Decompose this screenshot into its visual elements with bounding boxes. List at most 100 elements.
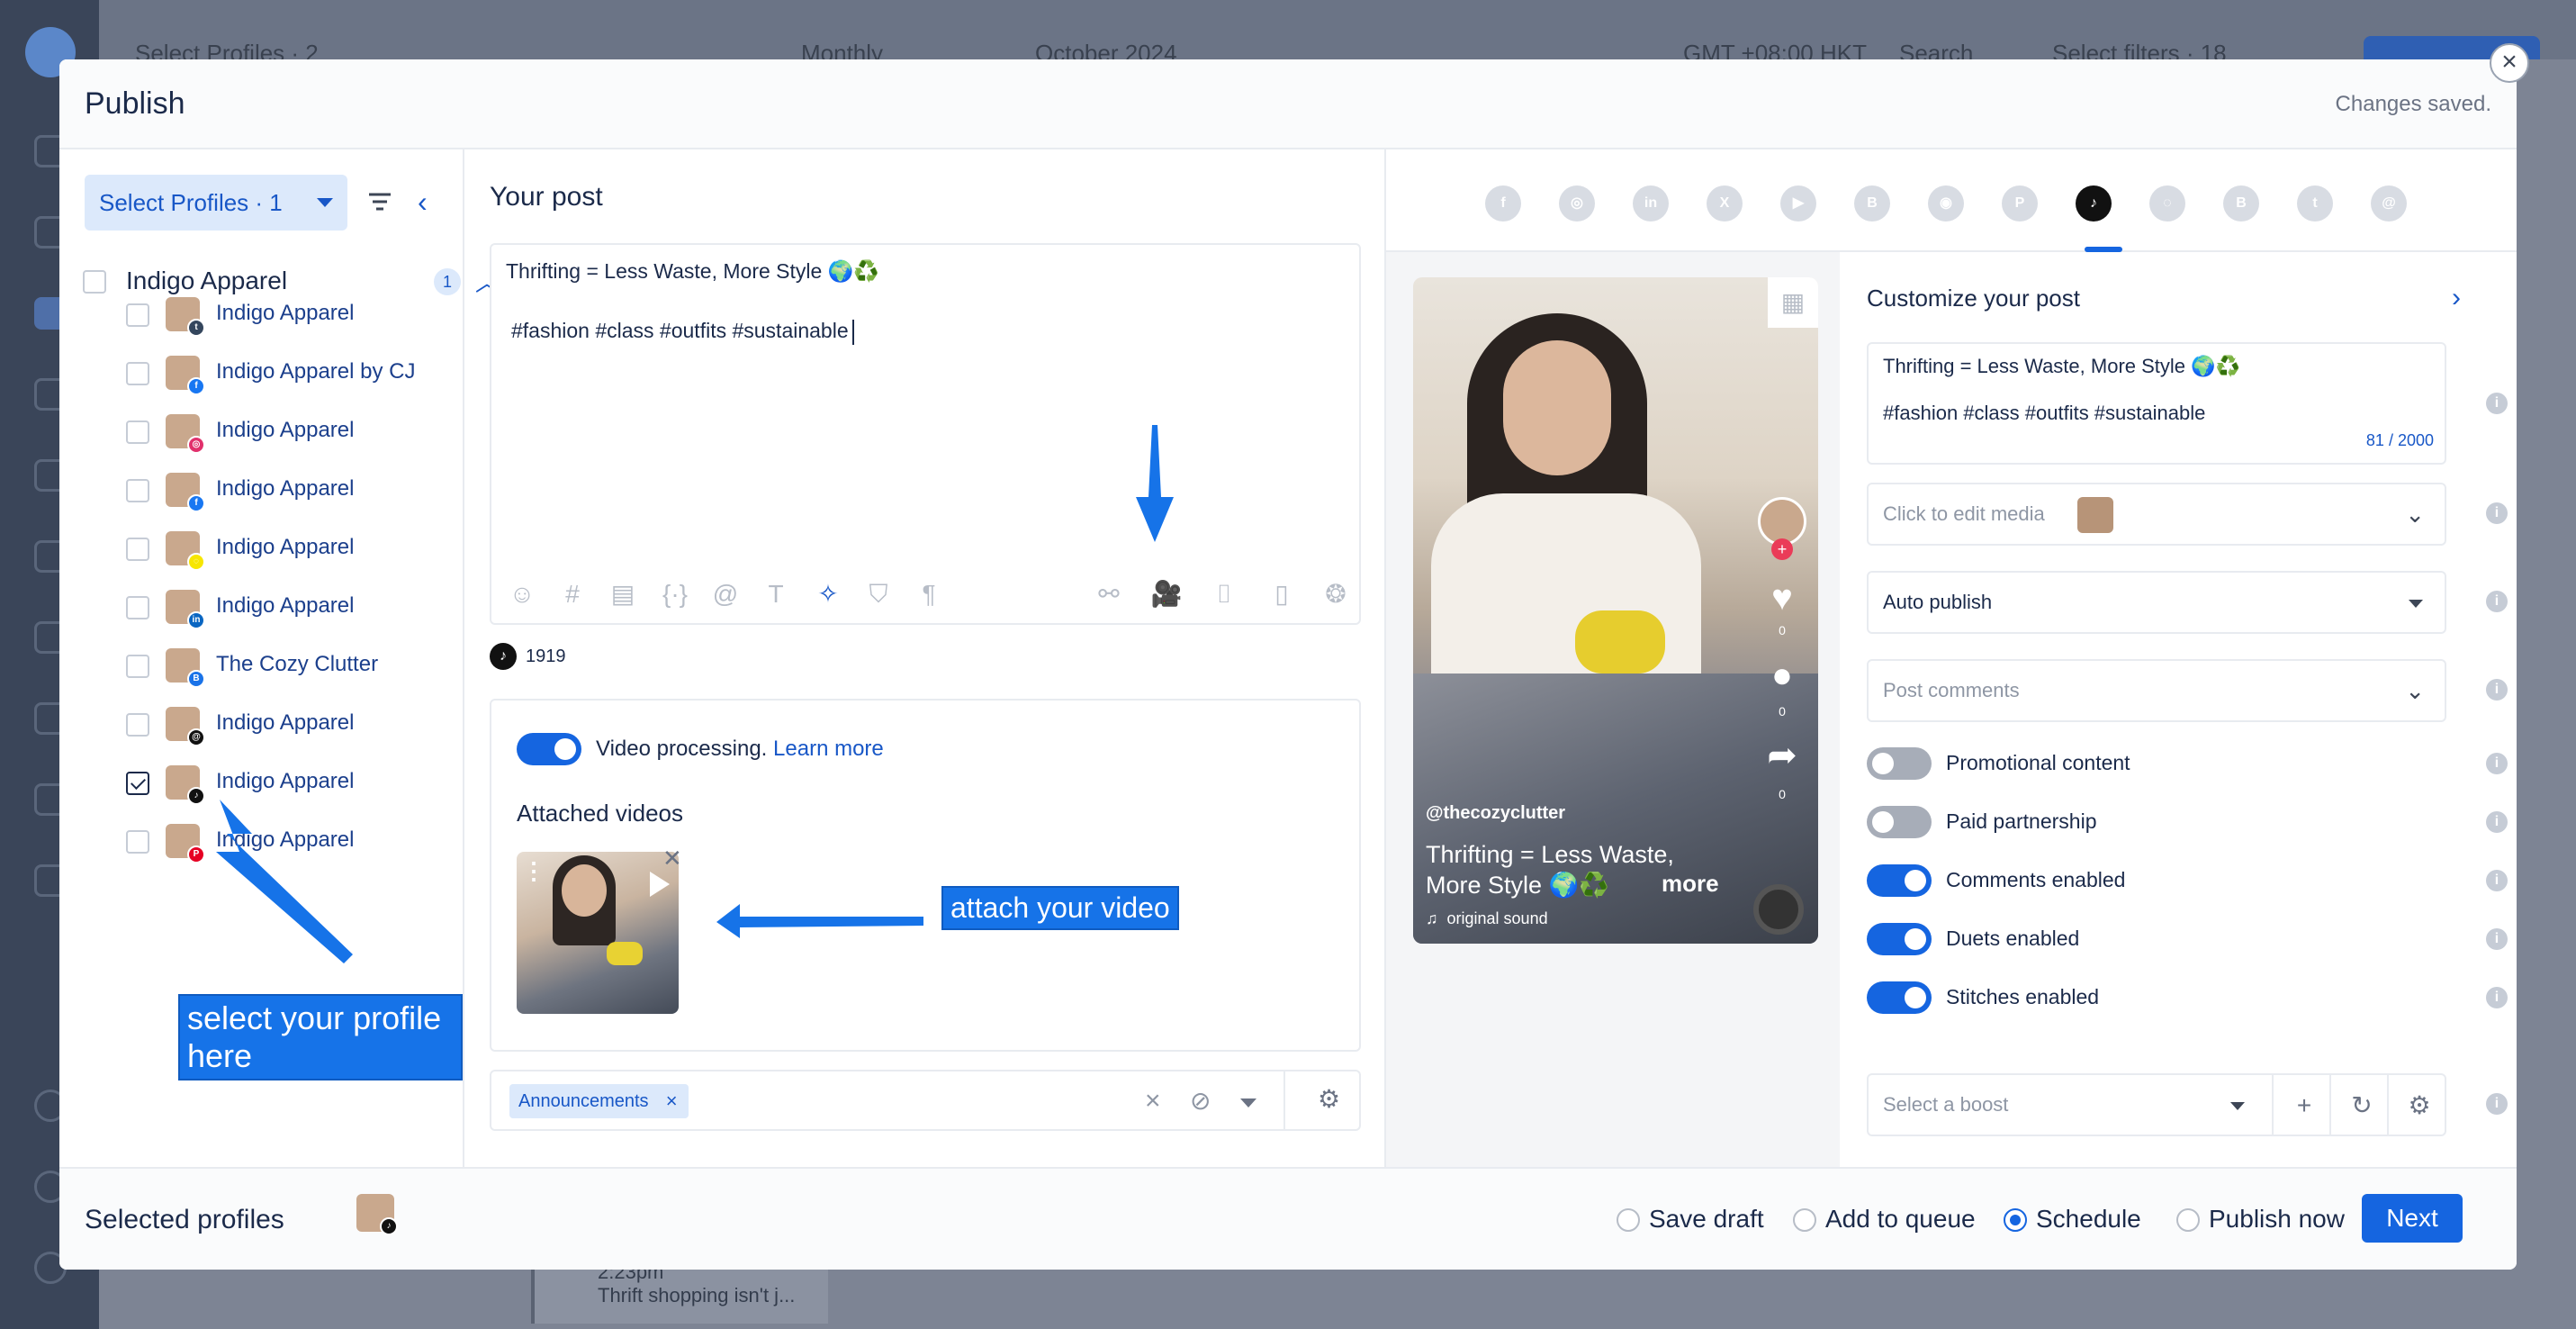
text-format-icon[interactable]: T — [760, 578, 792, 610]
gear-icon[interactable]: ⚙ — [1318, 1084, 1340, 1114]
tab-facebook-icon[interactable]: f — [1485, 185, 1521, 222]
mention-icon[interactable]: @ — [709, 578, 742, 610]
toggle-label: Duets enabled — [1946, 927, 2080, 950]
caret-down-icon — [2409, 600, 2423, 608]
caret-down-icon — [2230, 1102, 2245, 1110]
link-tags-icon[interactable]: ⊘ — [1190, 1086, 1211, 1116]
info-icon[interactable]: i — [2486, 753, 2508, 774]
preview-handle: @thecozyclutter — [1426, 803, 1566, 823]
modal-title: Publish — [85, 86, 185, 121]
toggle-label: Promotional content — [1946, 751, 2130, 774]
tab-blogger-icon[interactable]: B — [2223, 185, 2259, 222]
customize-panel: Customize your post › Thrifting = Less W… — [1840, 252, 2517, 1167]
close-modal-button[interactable]: × — [2490, 43, 2529, 83]
snippet-icon[interactable]: ▤ — [607, 578, 639, 610]
info-icon[interactable]: i — [2486, 928, 2508, 950]
publish-option-radio[interactable] — [2004, 1208, 2027, 1232]
callout-select-profile: select your profile here — [178, 994, 463, 1080]
variable-icon[interactable]: {·} — [659, 578, 691, 610]
camera-icon[interactable]: ⌷ — [1208, 578, 1240, 610]
tag-label: Announcements — [518, 1091, 649, 1111]
publish-option-radio[interactable] — [1793, 1208, 1816, 1232]
shares-count: 0 — [1779, 787, 1786, 801]
clear-tags-icon[interactable]: × — [1145, 1086, 1161, 1117]
boost-placeholder: Select a boost — [1883, 1093, 2009, 1116]
remove-tag-icon[interactable]: × — [666, 1084, 678, 1118]
info-icon[interactable]: i — [2486, 870, 2508, 891]
tab-x-icon[interactable]: X — [1707, 185, 1743, 222]
shield-icon[interactable]: ⛉ — [862, 578, 895, 610]
publish-option-label[interactable]: Schedule — [2036, 1205, 2141, 1234]
document-icon[interactable]: ▯ — [1265, 578, 1298, 610]
tags-bar[interactable]: Announcements × × ⊘ ⚙ — [490, 1070, 1361, 1131]
tab-tumblr-icon[interactable]: t — [2297, 185, 2333, 222]
info-icon[interactable]: i — [2486, 1093, 2508, 1115]
link-icon[interactable]: ⚯ — [1093, 578, 1125, 610]
tag-chip[interactable]: Announcements × — [509, 1084, 689, 1118]
tiktok-icon: ♪ — [490, 643, 517, 670]
publish-mode-select[interactable]: Auto publish — [1867, 571, 2446, 634]
boost-divider — [2329, 1075, 2331, 1135]
tab-linkedin-icon[interactable]: in — [1633, 185, 1669, 222]
edit-media-dropdown[interactable]: Click to edit media ⌄ — [1867, 483, 2446, 546]
preview-glove — [1575, 610, 1665, 674]
post-text-editor[interactable]: Thrifting = Less Waste, More Style 🌍♻️ #… — [490, 243, 1361, 625]
editor-toolbar: ☺ # ▤ {·} @ T ✧ ⛉ ¶ ⚯ 🎥 ⌷ ▯ ❂ — [506, 578, 1352, 614]
info-icon[interactable]: i — [2486, 811, 2508, 833]
tab-pinterest-icon[interactable]: P — [2002, 185, 2038, 222]
publish-modal: Publish Changes saved. Select Profiles ·… — [59, 59, 2517, 1270]
info-icon[interactable]: i — [2486, 393, 2508, 414]
edit-media-placeholder: Click to edit media — [1883, 502, 2045, 525]
toggle-row: Duets enabled — [1867, 923, 2479, 955]
chevron-right-icon[interactable]: › — [2452, 283, 2461, 313]
post-comments-dropdown[interactable]: Post comments ⌄ — [1867, 659, 2446, 722]
info-icon[interactable]: i — [2486, 987, 2508, 1008]
bg-calendar-post: 2:23pm Thrift shopping isn't j... — [531, 1261, 828, 1324]
info-icon[interactable]: i — [2486, 679, 2508, 701]
publish-option-label[interactable]: Save draft — [1649, 1205, 1764, 1234]
tab-reddit-icon[interactable]: ◉ — [1928, 185, 1964, 222]
selected-profiles-title: Selected profiles — [85, 1205, 284, 1234]
publish-option-radio[interactable] — [1617, 1208, 1640, 1232]
grid-icon[interactable]: ▦ — [1768, 277, 1818, 328]
char-counter: 81 / 2000 — [2365, 431, 2434, 449]
publish-option-radio[interactable] — [2176, 1208, 2200, 1232]
your-post-title: Your post — [490, 182, 603, 212]
refresh-icon[interactable]: ↻ — [2344, 1088, 2380, 1124]
setting-toggle[interactable] — [1867, 864, 1932, 897]
publish-option-label[interactable]: Add to queue — [1825, 1205, 1976, 1234]
tab-instagram-icon[interactable]: ◎ — [1559, 185, 1595, 222]
next-button[interactable]: Next — [2362, 1194, 2463, 1243]
boost-select[interactable]: Select a boost + ↻ ⚙ — [1867, 1073, 2446, 1136]
setting-toggle[interactable] — [1867, 747, 1932, 780]
custom-text-field[interactable]: Thrifting = Less Waste, More Style 🌍♻️ #… — [1867, 342, 2446, 465]
post-editor-panel: Your post Thrifting = Less Waste, More S… — [464, 149, 1386, 1167]
setting-toggle[interactable] — [1867, 806, 1932, 838]
chevron-down-icon: ⌄ — [2405, 677, 2425, 704]
modal-footer: Selected profiles ♪ Save draft Add to que… — [59, 1167, 2517, 1270]
caret-down-icon[interactable] — [1240, 1098, 1256, 1108]
setting-toggle[interactable] — [1867, 981, 1932, 1014]
paragraph-icon[interactable]: ¶ — [913, 578, 945, 610]
hashtag-icon[interactable]: # — [556, 578, 589, 610]
tab-threads-icon[interactable]: @ — [2371, 185, 2407, 222]
gear-icon[interactable]: ⚙ — [2401, 1088, 2437, 1124]
emoji-icon[interactable]: ☺ — [506, 578, 538, 610]
tab-google-business-icon[interactable]: B — [1854, 185, 1890, 222]
canva-icon[interactable]: ❂ — [1320, 578, 1352, 610]
publish-option-label[interactable]: Publish now — [2209, 1205, 2345, 1234]
preview-panel: f ◎ in X ▶ B ◉ P ♪ ◌ Bt @ ▦ + ♥ 0 ● 0 ➦ 0 @thecozyc… — [1386, 149, 2517, 1167]
tab-snapchat-icon[interactable]: ◌ — [2149, 185, 2185, 222]
ai-assist-icon[interactable]: ✧ — [812, 578, 844, 610]
add-boost-icon[interactable]: + — [2286, 1088, 2322, 1124]
toggle-row: Promotional content — [1867, 747, 2479, 780]
tab-youtube-icon[interactable]: ▶ — [1780, 185, 1816, 222]
info-icon[interactable]: i — [2486, 502, 2508, 524]
tab-tiktok-icon[interactable]: ♪ — [2076, 185, 2112, 222]
sound-label: original sound — [1446, 909, 1548, 927]
callout-arrow-attach — [716, 904, 923, 938]
info-icon[interactable]: i — [2486, 591, 2508, 612]
setting-toggle[interactable] — [1867, 923, 1932, 955]
char-count: 1919 — [526, 646, 566, 666]
video-upload-icon[interactable]: 🎥 — [1150, 578, 1183, 610]
